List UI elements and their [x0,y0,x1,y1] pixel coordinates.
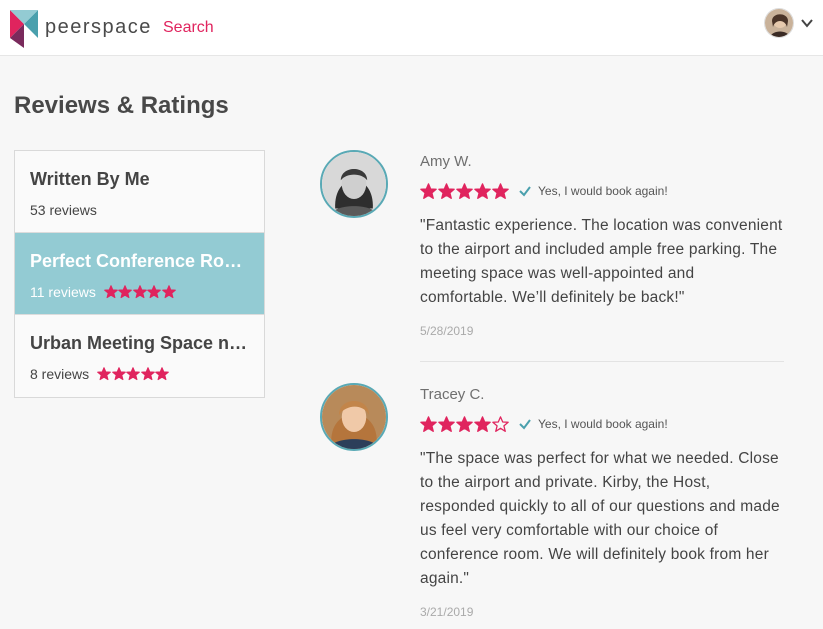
review-filter-list: Written By Me 53 reviews Perfect Confere… [14,150,265,398]
star-filled-icon [162,285,176,299]
review-count: 53 reviews [30,202,97,218]
star-filled-icon [438,182,455,199]
star-rating [420,415,510,433]
sidebar-item-title: Written By Me [30,169,150,189]
review-count: 8 reviews [30,366,90,382]
reviewer-avatar[interactable] [320,150,388,218]
checkmark-icon [519,186,531,197]
sidebar-item-meta: 8 reviews [30,366,249,382]
star-filled-icon [438,415,455,432]
star-filled-icon [492,182,509,199]
review-body: Amy W. Yes, I would book again! "Fantast… [420,150,785,338]
review-rating-row: Yes, I would book again! [420,182,785,200]
star-filled-icon [456,182,473,199]
star-rating [97,367,170,381]
chevron-down-icon [801,19,813,28]
review-date: 3/21/2019 [420,605,474,619]
review-date: 5/28/2019 [420,324,474,338]
top-navigation-bar: peerspace Search [0,0,823,56]
star-rating [420,182,510,200]
user-avatar [764,8,794,38]
sidebar-item-meta: 11 reviews [30,284,249,300]
star-empty-icon [492,415,509,432]
search-link[interactable]: Search [163,19,214,37]
sidebar-item-conference-room[interactable]: Perfect Conference Room near Airport 11 … [15,233,264,315]
star-filled-icon [456,415,473,432]
review-rating-row: Yes, I would book again! [420,415,785,433]
sidebar-item-meta: 53 reviews [30,202,249,218]
star-rating [104,285,177,299]
review-count: 11 reviews [30,284,96,300]
peerspace-logo-icon[interactable] [10,10,38,48]
star-filled-icon [104,285,118,299]
page-title: Reviews & Ratings [14,92,229,119]
star-filled-icon [111,367,126,381]
checkmark-icon [519,419,531,430]
review-text: "Fantastic experience. The location was … [420,217,783,306]
sidebar-item-title: Perfect Conference Room near Airport [30,251,249,271]
sidebar-item-meeting-space[interactable]: Urban Meeting Space near Downtown 8 revi… [15,315,264,397]
star-filled-icon [118,285,133,299]
star-filled-icon [140,367,155,381]
review-body: Tracey C. Yes, I would book again! "The … [420,383,785,619]
book-again-text: Yes, I would book again! [538,417,668,431]
star-filled-icon [474,182,491,199]
star-filled-icon [147,285,162,299]
sidebar-item-written-by-me[interactable]: Written By Me 53 reviews [15,151,264,233]
sidebar-item-title: Urban Meeting Space near Downtown [30,333,249,353]
star-filled-icon [126,367,140,381]
star-filled-icon [420,415,437,432]
book-again-text: Yes, I would book again! [538,184,668,198]
review-text: "The space was perfect for what we neede… [420,450,780,587]
review-divider [420,361,784,362]
star-filled-icon [133,285,147,299]
star-filled-icon [155,367,169,381]
star-filled-icon [420,182,437,199]
account-menu-button[interactable] [764,8,816,40]
reviewer-name: Amy W. [420,153,472,170]
reviewer-avatar[interactable] [320,383,388,451]
star-filled-icon [97,367,111,381]
reviewer-name: Tracey C. [420,386,485,403]
brand-name[interactable]: peerspace [45,16,152,39]
star-filled-icon [474,415,491,432]
